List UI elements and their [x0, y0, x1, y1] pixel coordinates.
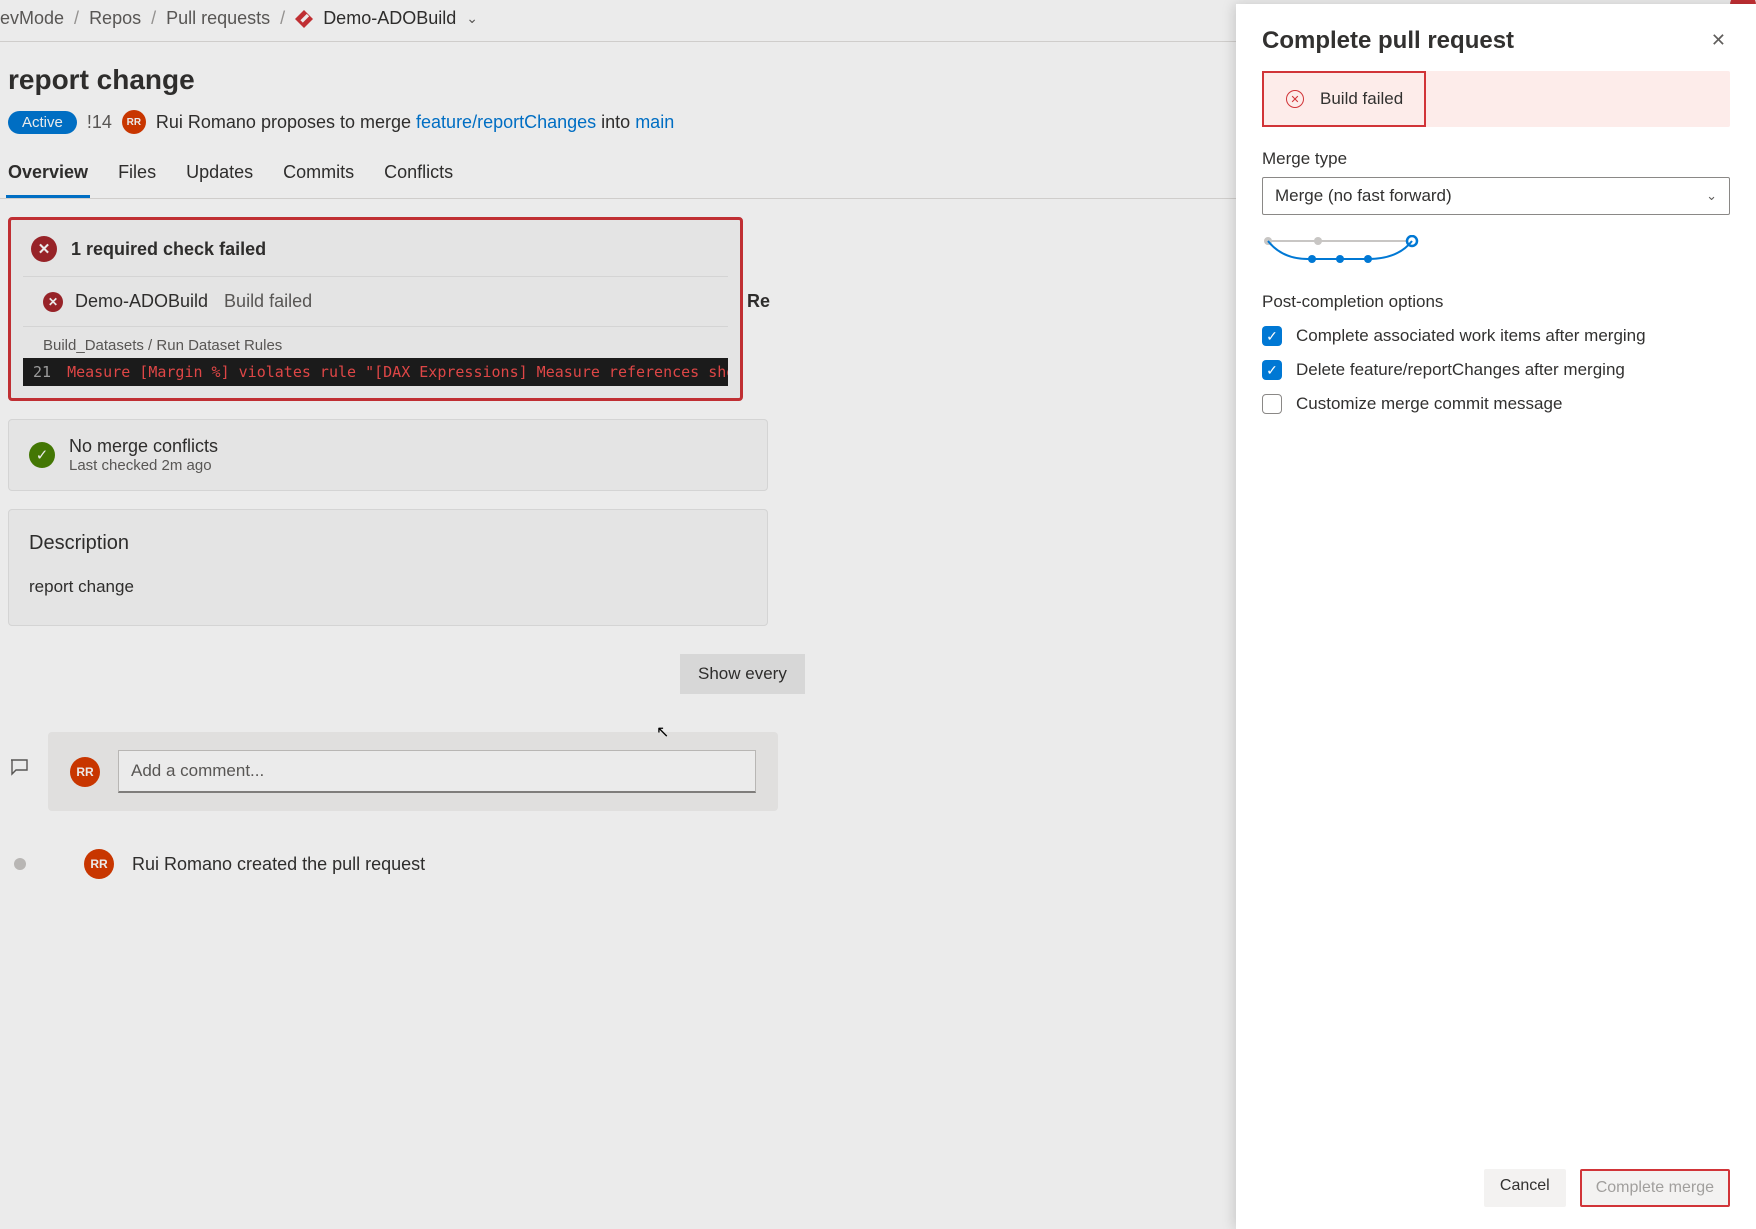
chevron-down-icon[interactable]: ⌄	[466, 10, 478, 27]
check-run-row[interactable]: ✕ Demo-ADOBuild Build failed Re	[23, 276, 728, 327]
option-label: Customize merge commit message	[1296, 394, 1562, 414]
timeline-dot	[14, 858, 26, 870]
tab-overview[interactable]: Overview	[6, 156, 90, 198]
checkbox-checked-icon[interactable]: ✓	[1262, 326, 1282, 346]
description-body: report change	[29, 577, 747, 597]
pr-into-text: into	[596, 112, 635, 132]
tab-conflicts[interactable]: Conflicts	[382, 156, 455, 198]
close-icon[interactable]: ✕	[1707, 26, 1730, 55]
option-customize-message[interactable]: Customize merge commit message	[1262, 394, 1730, 414]
option-complete-workitems[interactable]: ✓ Complete associated work items after m…	[1262, 326, 1730, 346]
avatar-activity-user[interactable]: RR	[84, 849, 114, 879]
error-icon: ✕	[43, 292, 63, 312]
merge-type-label: Merge type	[1262, 149, 1730, 169]
description-label: Description	[29, 532, 747, 555]
merge-graph-illustration	[1262, 235, 1730, 268]
check-step-name: Build_Datasets / Run Dataset Rules	[23, 327, 728, 358]
breadcrumb-item-repos[interactable]: Repos	[89, 8, 141, 29]
post-completion-label: Post-completion options	[1262, 292, 1730, 312]
option-label: Complete associated work items after mer…	[1296, 326, 1646, 346]
build-failed-alert: ✕ Build failed	[1262, 71, 1730, 127]
activity-text: Rui Romano created the pull request	[132, 854, 425, 875]
show-everything-button[interactable]: Show every	[680, 654, 805, 694]
target-branch-link[interactable]: main	[635, 112, 674, 132]
merge-type-select[interactable]: Merge (no fast forward) ⌄	[1262, 177, 1730, 215]
merge-conflicts-card: ✓ No merge conflicts Last checked 2m ago	[8, 419, 768, 491]
comment-icon	[8, 756, 30, 778]
cancel-button[interactable]: Cancel	[1484, 1169, 1566, 1207]
checkbox-checked-icon[interactable]: ✓	[1262, 360, 1282, 380]
code-error-message: Measure [Margin %] violates rule "[DAX E…	[67, 363, 728, 381]
check-error-log: 21 Measure [Margin %] violates rule "[DA…	[23, 358, 728, 386]
error-icon: ✕	[31, 236, 57, 262]
checks-header-text: 1 required check failed	[71, 239, 266, 260]
checks-card: ✕ 1 required check failed ✕ Demo-ADOBuil…	[8, 217, 743, 401]
checks-header: ✕ 1 required check failed	[11, 220, 740, 276]
check-run-name: Demo-ADOBuild	[75, 291, 208, 312]
description-card: Description report change	[8, 509, 768, 626]
status-badge-active: Active	[8, 111, 77, 134]
option-delete-branch[interactable]: ✓ Delete feature/reportChanges after mer…	[1262, 360, 1730, 380]
breadcrumb-sep: /	[151, 8, 156, 29]
code-line-number: 21	[33, 363, 67, 381]
cut-text: Re	[747, 291, 770, 312]
tab-files[interactable]: Files	[116, 156, 158, 198]
complete-merge-button[interactable]: Complete merge	[1580, 1169, 1730, 1207]
merge-type-value: Merge (no fast forward)	[1275, 186, 1452, 206]
chevron-down-icon: ⌄	[1706, 188, 1717, 204]
tab-commits[interactable]: Commits	[281, 156, 356, 198]
no-conflicts-sub: Last checked 2m ago	[69, 457, 218, 474]
error-outline-icon: ✕	[1286, 90, 1304, 108]
no-conflicts-title: No merge conflicts	[69, 436, 218, 457]
breadcrumb-sep: /	[280, 8, 285, 29]
avatar-author[interactable]: RR	[122, 110, 146, 134]
success-icon: ✓	[29, 442, 55, 468]
comment-input[interactable]: Add a comment...	[118, 750, 756, 793]
breadcrumb-item-repo[interactable]: Demo-ADOBuild	[323, 8, 456, 29]
breadcrumb-item-pullrequests[interactable]: Pull requests	[166, 8, 270, 29]
checkbox-unchecked-icon[interactable]	[1262, 394, 1282, 414]
panel-title: Complete pull request	[1262, 27, 1514, 55]
alert-text: Build failed	[1320, 89, 1403, 109]
source-branch-link[interactable]: feature/reportChanges	[416, 112, 596, 132]
breadcrumb-item-evmode[interactable]: evMode	[0, 8, 64, 29]
tab-updates[interactable]: Updates	[184, 156, 255, 198]
pr-proposes-text: Rui Romano proposes to merge	[156, 112, 416, 132]
breadcrumb-sep: /	[74, 8, 79, 29]
repo-icon	[295, 10, 313, 28]
check-run-status: Build failed	[224, 291, 312, 312]
complete-pr-panel: Complete pull request ✕ ✕ Build failed M…	[1236, 4, 1756, 1229]
avatar-current-user[interactable]: RR	[70, 757, 100, 787]
pr-id: !14	[87, 112, 112, 133]
option-label: Delete feature/reportChanges after mergi…	[1296, 360, 1625, 380]
